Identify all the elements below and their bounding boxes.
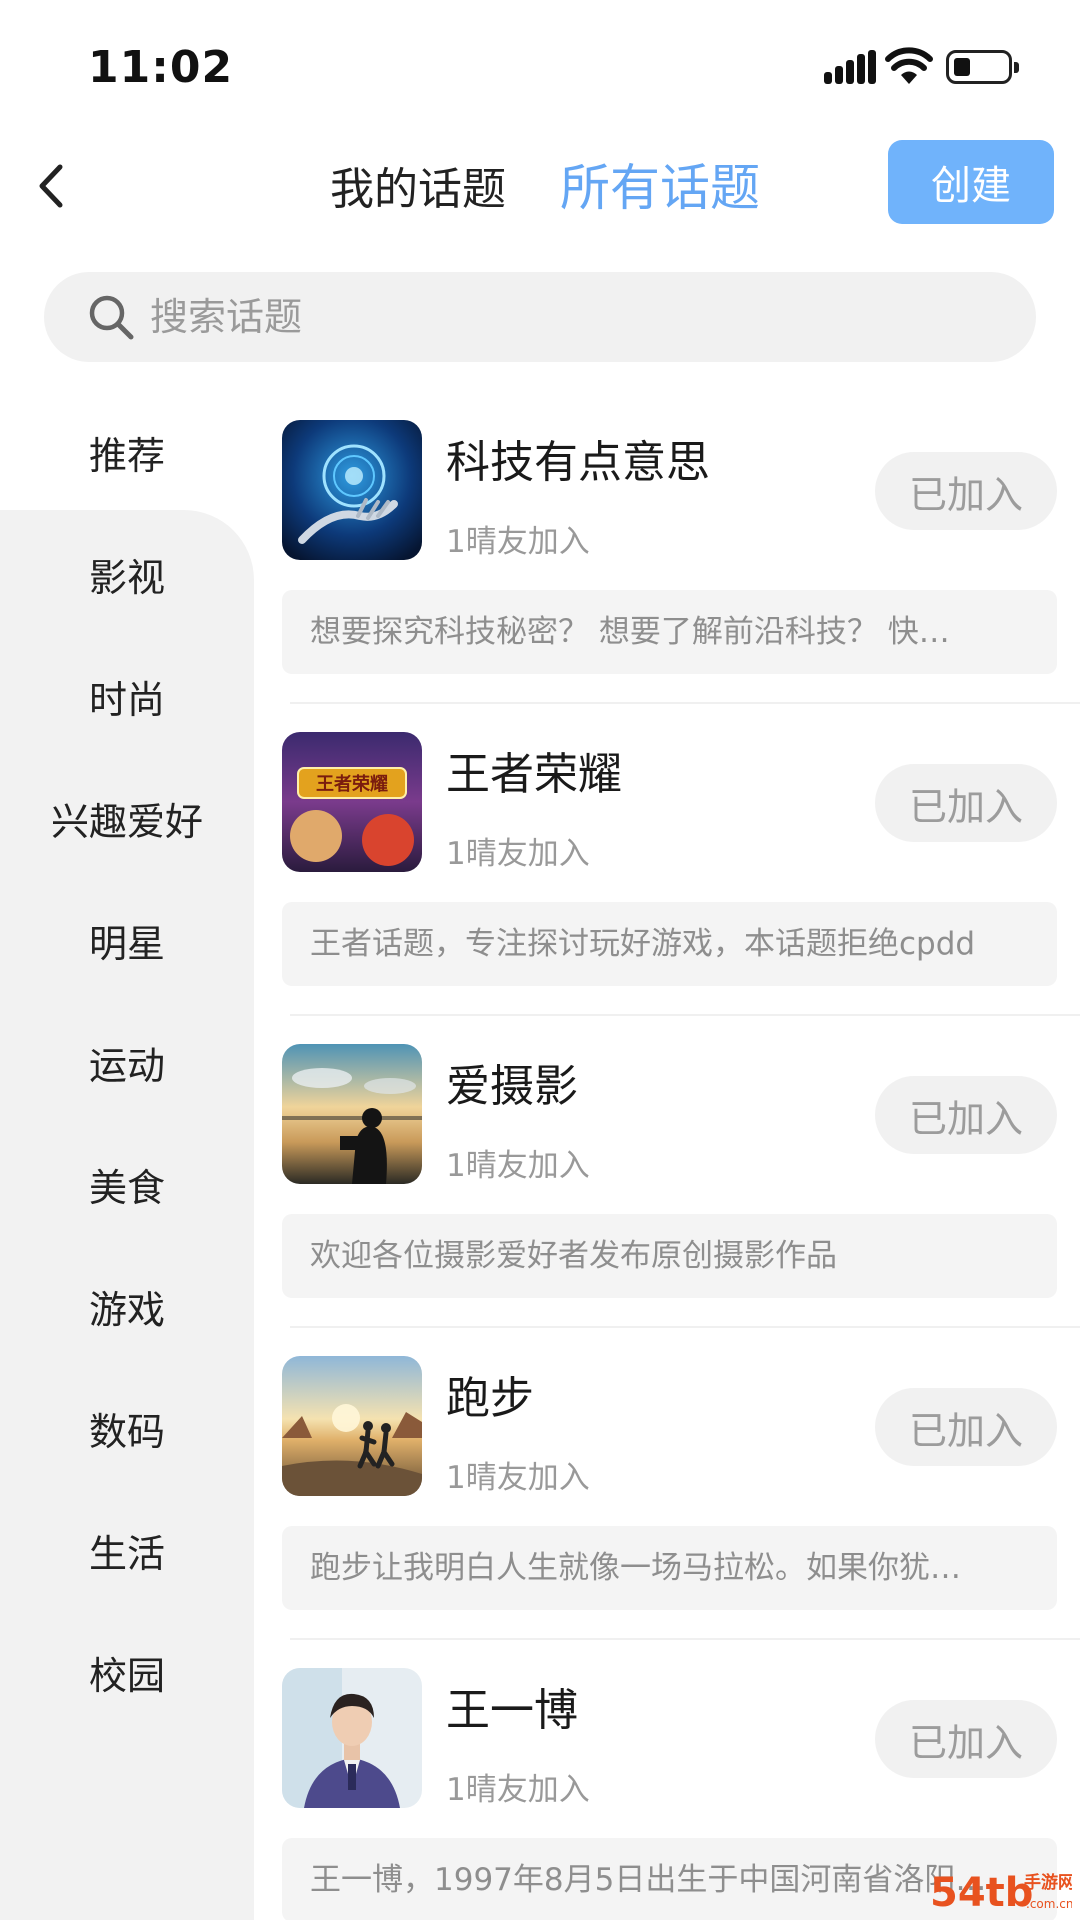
watermark-subtext: 手游网 [1024,1872,1072,1893]
joined-button[interactable]: 已加入 [875,1388,1057,1466]
topic-list: 科技有点意思 1晴友加入 已加入 想要探究科技秘密？ 想要了解前沿科技？ 快… [254,400,1080,1920]
topic-member-count: 1晴友加入 [446,836,590,872]
search-input[interactable] [150,272,970,362]
tab-my-topics[interactable]: 我的话题 [330,153,506,217]
topic-member-count: 1晴友加入 [446,1772,590,1808]
topic-member-count: 1晴友加入 [446,524,590,560]
cellular-signal-icon [824,50,876,84]
topic-name: 跑步 [446,1373,534,1424]
search-bar [44,272,1036,362]
battery-icon [946,50,1019,84]
back-arrow-icon[interactable] [22,157,80,215]
divider [290,1326,1080,1328]
topic-name: 王一博 [446,1685,578,1736]
watermark-text: 54tb [930,1870,1033,1916]
topic-card[interactable]: 王者荣耀 王者荣耀 1晴友加入 已加入 王者话题，专注探讨玩好游戏，本话题拒绝c… [254,712,1080,1024]
game-logo-text: 王者荣耀 [316,773,388,795]
topic-description: 想要探究科技秘密？ 想要了解前沿科技？ 快… [282,590,1057,674]
divider [290,1638,1080,1640]
topic-thumbnail-running [282,1356,422,1496]
joined-button[interactable]: 已加入 [875,1700,1057,1778]
joined-button[interactable]: 已加入 [875,764,1057,842]
topic-member-count: 1晴友加入 [446,1460,590,1496]
sidebar-item-fashion[interactable]: 时尚 [0,646,254,746]
topic-thumbnail-game: 王者荣耀 [282,732,422,872]
topic-thumbnail-photography [282,1044,422,1184]
joined-button[interactable]: 已加入 [875,1076,1057,1154]
status-time: 11:02 [88,42,234,93]
sidebar-item-recommend[interactable]: 推荐 [0,402,254,502]
topic-card[interactable]: 跑步 1晴友加入 已加入 跑步让我明白人生就像一场马拉松。如果你犹… [254,1336,1080,1648]
sidebar-item-campus[interactable]: 校园 [0,1622,254,1722]
site-watermark-logo: 54tb 手游网 .com.cn [930,1870,1072,1916]
tab-all-topics[interactable]: 所有话题 [560,148,760,220]
topic-description: 跑步让我明白人生就像一场马拉松。如果你犹… [282,1526,1057,1610]
sidebar-item-hobbies[interactable]: 兴趣爱好 [0,768,254,868]
sidebar-item-life[interactable]: 生活 [0,1500,254,1600]
sidebar-item-stars[interactable]: 明星 [0,890,254,990]
topic-description: 欢迎各位摄影爱好者发布原创摄影作品 [282,1214,1057,1298]
create-button[interactable]: 创建 [888,140,1054,224]
watermark-domain: .com.cn [1026,1897,1072,1911]
sidebar-item-sports[interactable]: 运动 [0,1012,254,1112]
joined-button[interactable]: 已加入 [875,452,1057,530]
wifi-icon [885,47,933,84]
sidebar-item-games[interactable]: 游戏 [0,1256,254,1356]
topic-thumbnail-celebrity [282,1668,422,1808]
topic-description: 王者话题，专注探讨玩好游戏，本话题拒绝cpdd [282,902,1057,986]
topic-thumbnail-tech [282,420,422,560]
topic-member-count: 1晴友加入 [446,1148,590,1184]
topic-name: 科技有点意思 [446,437,710,488]
top-nav: 我的话题 所有话题 创建 [0,135,1080,255]
divider [290,1014,1080,1016]
sidebar-item-food[interactable]: 美食 [0,1134,254,1234]
divider [290,702,1080,704]
topic-card[interactable]: 科技有点意思 1晴友加入 已加入 想要探究科技秘密？ 想要了解前沿科技？ 快… [254,400,1080,712]
category-sidebar: 推荐 影视 时尚 兴趣爱好 明星 运动 美食 游戏 数码 生活 校园 [0,400,254,1920]
status-bar: 11:02 [0,0,1080,135]
topic-name: 爱摄影 [446,1061,578,1112]
sidebar-item-digital[interactable]: 数码 [0,1378,254,1478]
topic-name: 王者荣耀 [446,749,622,800]
topic-card[interactable]: 爱摄影 1晴友加入 已加入 欢迎各位摄影爱好者发布原创摄影作品 [254,1024,1080,1336]
sidebar-item-film[interactable]: 影视 [0,524,254,624]
search-icon [89,295,134,340]
